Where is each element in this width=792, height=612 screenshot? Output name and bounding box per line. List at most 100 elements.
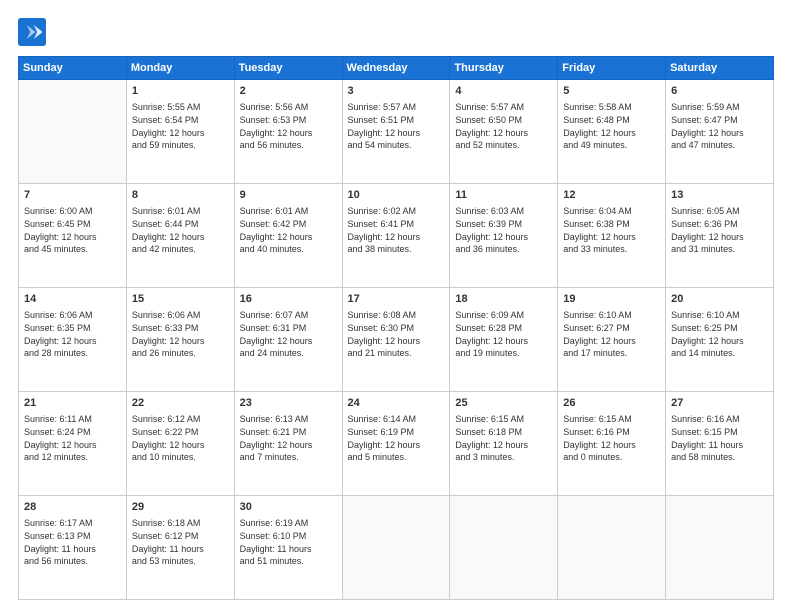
day-info: and 38 minutes.	[348, 243, 445, 256]
day-info: Sunset: 6:21 PM	[240, 426, 337, 439]
day-info: Sunrise: 6:16 AM	[671, 413, 768, 426]
day-info: and 19 minutes.	[455, 347, 552, 360]
day-info: Sunrise: 5:57 AM	[455, 101, 552, 114]
day-info: Sunrise: 6:19 AM	[240, 517, 337, 530]
day-number: 19	[563, 292, 660, 307]
day-info: Sunset: 6:13 PM	[24, 530, 121, 543]
day-info: Sunset: 6:18 PM	[455, 426, 552, 439]
day-info: Sunrise: 5:58 AM	[563, 101, 660, 114]
day-info: Sunset: 6:48 PM	[563, 114, 660, 127]
day-info: and 53 minutes.	[132, 555, 229, 568]
day-info: Sunrise: 5:56 AM	[240, 101, 337, 114]
calendar-cell: 21Sunrise: 6:11 AMSunset: 6:24 PMDayligh…	[19, 392, 127, 496]
day-info: and 40 minutes.	[240, 243, 337, 256]
day-info: Sunset: 6:44 PM	[132, 218, 229, 231]
logo-icon	[18, 18, 46, 46]
day-info: and 7 minutes.	[240, 451, 337, 464]
day-info: Sunrise: 6:15 AM	[563, 413, 660, 426]
calendar-week-4: 21Sunrise: 6:11 AMSunset: 6:24 PMDayligh…	[19, 392, 774, 496]
day-info: Daylight: 11 hours	[132, 543, 229, 556]
day-info: Sunrise: 6:18 AM	[132, 517, 229, 530]
calendar-cell: 4 Sunrise: 5:57 AMSunset: 6:50 PMDaylight…	[450, 80, 558, 184]
day-info: Daylight: 12 hours	[563, 127, 660, 140]
day-number: 2	[240, 84, 337, 99]
calendar-cell: 28Sunrise: 6:17 AMSunset: 6:13 PMDayligh…	[19, 496, 127, 600]
day-number: 23	[240, 396, 337, 411]
day-info: Daylight: 12 hours	[563, 439, 660, 452]
day-info: Sunrise: 6:10 AM	[563, 309, 660, 322]
day-info: Sunset: 6:30 PM	[348, 322, 445, 335]
day-number: 3	[348, 84, 445, 99]
day-info: Sunset: 6:47 PM	[671, 114, 768, 127]
calendar-table: SundayMondayTuesdayWednesdayThursdayFrid…	[18, 56, 774, 600]
day-info: Sunset: 6:15 PM	[671, 426, 768, 439]
day-info: Sunset: 6:54 PM	[132, 114, 229, 127]
day-number: 20	[671, 292, 768, 307]
calendar-week-1: 1Sunrise: 5:55 AMSunset: 6:54 PMDaylight…	[19, 80, 774, 184]
calendar-cell: 14Sunrise: 6:06 AMSunset: 6:35 PMDayligh…	[19, 288, 127, 392]
day-number: 26	[563, 396, 660, 411]
day-info: Sunset: 6:12 PM	[132, 530, 229, 543]
weekday-row: SundayMondayTuesdayWednesdayThursdayFrid…	[19, 57, 774, 80]
day-number: 18	[455, 292, 552, 307]
day-number: 21	[24, 396, 121, 411]
calendar-cell: 15Sunrise: 6:06 AMSunset: 6:33 PMDayligh…	[126, 288, 234, 392]
day-number: 1	[132, 84, 229, 99]
day-number: 8	[132, 188, 229, 203]
day-number: 24	[348, 396, 445, 411]
day-info: Daylight: 12 hours	[24, 335, 121, 348]
day-info: and 14 minutes.	[671, 347, 768, 360]
day-info: Sunset: 6:16 PM	[563, 426, 660, 439]
calendar-cell: 26 Sunrise: 6:15 AMSunset: 6:16 PMDayligh…	[558, 392, 666, 496]
weekday-header-thursday: Thursday	[450, 57, 558, 80]
day-info: Daylight: 12 hours	[455, 127, 552, 140]
day-info: and 56 minutes.	[24, 555, 121, 568]
calendar-cell	[558, 496, 666, 600]
day-info: Sunrise: 6:06 AM	[132, 309, 229, 322]
day-info: Sunrise: 6:12 AM	[132, 413, 229, 426]
calendar-week-3: 14Sunrise: 6:06 AMSunset: 6:35 PMDayligh…	[19, 288, 774, 392]
calendar-cell: 5Sunrise: 5:58 AMSunset: 6:48 PMDaylight…	[558, 80, 666, 184]
day-number: 29	[132, 500, 229, 515]
day-number: 4	[455, 84, 552, 99]
day-info: Daylight: 12 hours	[348, 335, 445, 348]
day-number: 14	[24, 292, 121, 307]
day-info: Sunrise: 5:59 AM	[671, 101, 768, 114]
day-info: and 0 minutes.	[563, 451, 660, 464]
day-info: Daylight: 12 hours	[455, 439, 552, 452]
calendar-cell	[666, 496, 774, 600]
day-info: Sunset: 6:10 PM	[240, 530, 337, 543]
day-info: and 45 minutes.	[24, 243, 121, 256]
calendar-cell: 25Sunrise: 6:15 AMSunset: 6:18 PMDayligh…	[450, 392, 558, 496]
day-info: and 56 minutes.	[240, 139, 337, 152]
day-info: Daylight: 11 hours	[671, 439, 768, 452]
day-info: Sunset: 6:22 PM	[132, 426, 229, 439]
day-number: 17	[348, 292, 445, 307]
logo	[18, 18, 50, 46]
calendar-cell: 20Sunrise: 6:10 AMSunset: 6:25 PMDayligh…	[666, 288, 774, 392]
page-header	[18, 18, 774, 46]
day-info: Daylight: 12 hours	[348, 127, 445, 140]
calendar-cell: 1Sunrise: 5:55 AMSunset: 6:54 PMDaylight…	[126, 80, 234, 184]
day-info: Daylight: 12 hours	[132, 127, 229, 140]
day-info: Sunrise: 6:04 AM	[563, 205, 660, 218]
day-info: and 36 minutes.	[455, 243, 552, 256]
day-info: Sunrise: 6:13 AM	[240, 413, 337, 426]
day-info: Daylight: 12 hours	[455, 335, 552, 348]
day-info: and 10 minutes.	[132, 451, 229, 464]
calendar-cell: 30Sunrise: 6:19 AMSunset: 6:10 PMDayligh…	[234, 496, 342, 600]
day-number: 16	[240, 292, 337, 307]
day-info: Sunset: 6:50 PM	[455, 114, 552, 127]
day-info: and 3 minutes.	[455, 451, 552, 464]
day-info: Sunrise: 6:01 AM	[132, 205, 229, 218]
day-info: Sunrise: 6:10 AM	[671, 309, 768, 322]
calendar-cell: 9Sunrise: 6:01 AMSunset: 6:42 PMDaylight…	[234, 184, 342, 288]
day-number: 27	[671, 396, 768, 411]
calendar-cell: 8Sunrise: 6:01 AMSunset: 6:44 PMDaylight…	[126, 184, 234, 288]
day-number: 12	[563, 188, 660, 203]
day-info: Sunrise: 6:00 AM	[24, 205, 121, 218]
day-number: 22	[132, 396, 229, 411]
calendar-cell	[450, 496, 558, 600]
calendar-cell: 11Sunrise: 6:03 AMSunset: 6:39 PMDayligh…	[450, 184, 558, 288]
calendar-cell: 27 Sunrise: 6:16 AMSunset: 6:15 PMDayligh…	[666, 392, 774, 496]
